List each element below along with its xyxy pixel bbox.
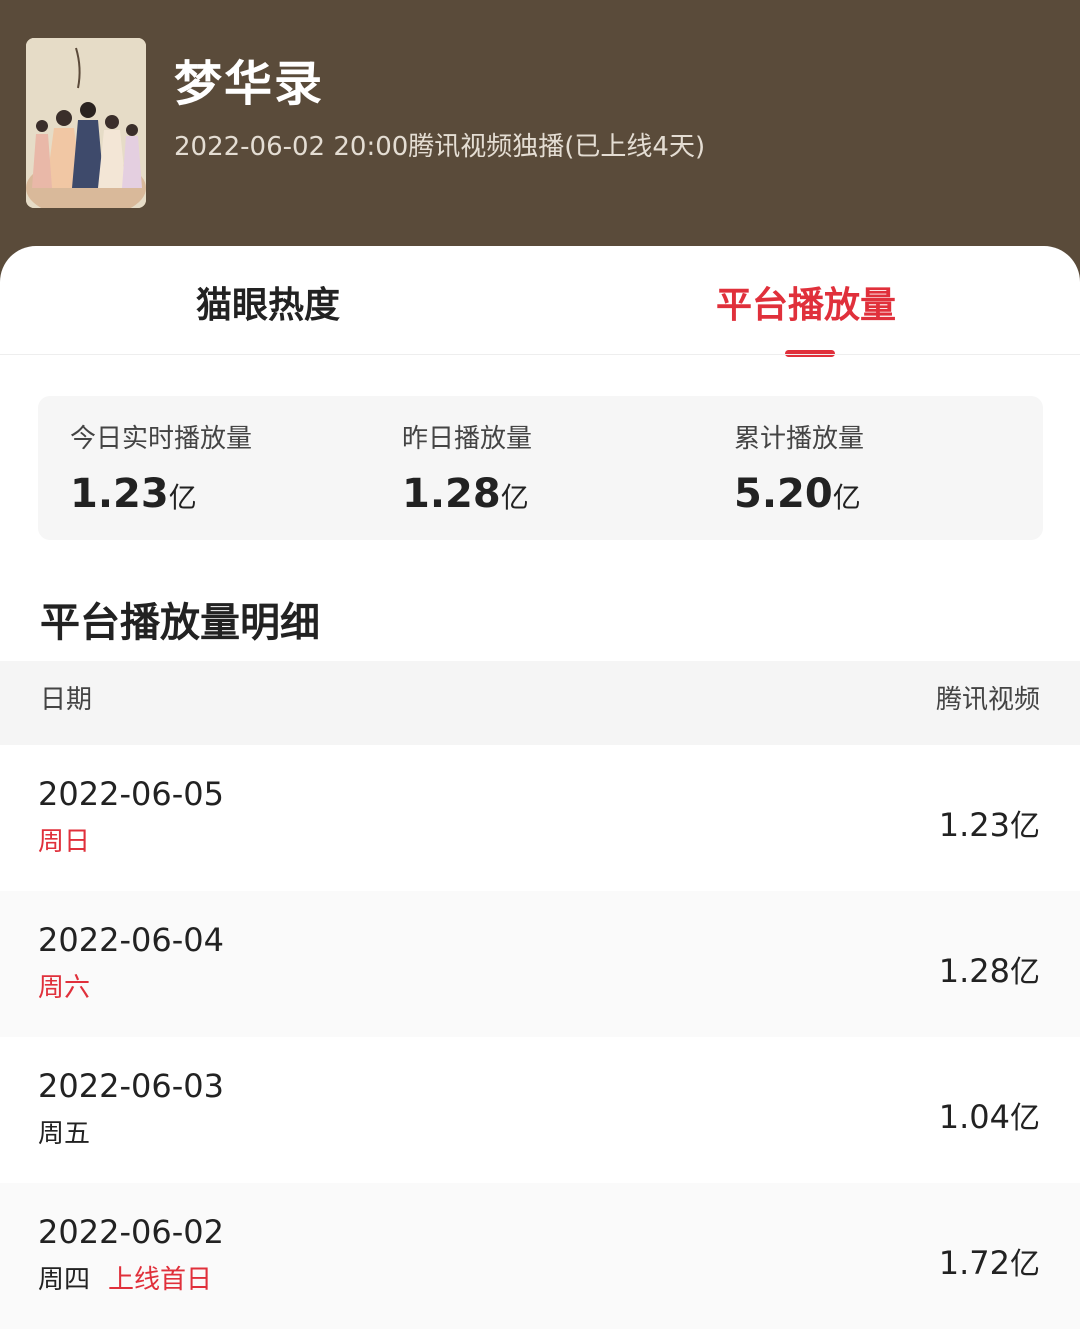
stat-unit: 亿 — [500, 481, 529, 514]
stat-value: 5.20亿 — [734, 471, 864, 517]
row-date: 2022-06-02 — [38, 1213, 224, 1251]
row-weekday: 周日 — [38, 827, 91, 857]
stat-value: 1.28亿 — [402, 471, 532, 517]
section-title: 平台播放量明细 — [40, 600, 320, 646]
stat-number: 5.20 — [734, 471, 833, 517]
row-value: 1.04亿 — [939, 1093, 1040, 1137]
stat-unit: 亿 — [168, 481, 197, 514]
row-value: 1.28亿 — [939, 947, 1040, 991]
stat-today-realtime: 今日实时播放量 1.23亿 — [70, 418, 252, 517]
table-row[interactable]: 2022-06-05 周日 1.23亿 — [0, 745, 1080, 891]
column-header-date: 日期 — [40, 685, 93, 715]
table-row[interactable]: 2022-06-02 周四 上线首日 1.72亿 — [0, 1183, 1080, 1329]
row-value: 1.72亿 — [939, 1239, 1040, 1283]
stat-value: 1.23亿 — [70, 471, 252, 517]
stat-number: 1.23 — [70, 471, 169, 517]
stat-label: 累计播放量 — [734, 424, 865, 454]
show-title: 梦华录 — [174, 56, 325, 112]
content-panel: 猫眼热度 平台播放量 今日实时播放量 1.23亿 昨日播放量 1.28亿 累计播… — [0, 246, 1080, 1331]
row-value: 1.23亿 — [939, 801, 1040, 845]
stat-unit: 亿 — [832, 481, 861, 514]
row-weekday: 周五 — [38, 1119, 91, 1149]
row-number: 1.72 — [938, 1244, 1010, 1282]
row-date: 2022-06-03 — [38, 1067, 224, 1105]
poster-image[interactable] — [26, 38, 146, 208]
row-number: 1.04 — [938, 1098, 1010, 1136]
row-date: 2022-06-05 — [38, 775, 224, 813]
stat-label: 今日实时播放量 — [70, 424, 253, 454]
column-header-platform: 腾讯视频 — [935, 685, 1040, 715]
stat-number: 1.28 — [402, 471, 501, 517]
stat-yesterday: 昨日播放量 1.28亿 — [402, 418, 532, 517]
premiere-tag: 上线首日 — [108, 1265, 213, 1295]
stat-cumulative: 累计播放量 5.20亿 — [734, 418, 864, 517]
row-weekday: 周四 — [38, 1265, 91, 1295]
row-unit: 亿 — [1010, 955, 1040, 990]
release-info: 2022-06-02 20:00腾讯视频独播(已上线4天) — [174, 132, 706, 162]
table-row[interactable]: 2022-06-04 周六 1.28亿 — [0, 891, 1080, 1037]
row-number: 1.23 — [938, 806, 1010, 844]
row-number: 1.28 — [938, 952, 1010, 990]
row-unit: 亿 — [1010, 809, 1040, 844]
tab-maoyan-heat[interactable]: 猫眼热度 — [196, 276, 340, 328]
row-date: 2022-06-04 — [38, 921, 224, 959]
row-unit: 亿 — [1010, 1101, 1040, 1136]
stat-label: 昨日播放量 — [402, 424, 533, 454]
summary-card: 今日实时播放量 1.23亿 昨日播放量 1.28亿 累计播放量 5.20亿 — [38, 396, 1043, 540]
row-unit: 亿 — [1010, 1247, 1040, 1282]
tab-divider — [0, 354, 1080, 355]
poster-illustration — [26, 38, 146, 208]
table-row[interactable]: 2022-06-03 周五 1.04亿 — [0, 1037, 1080, 1183]
row-weekday: 周六 — [38, 973, 91, 1003]
table-header: 日期 腾讯视频 — [0, 661, 1080, 745]
tab-platform-views[interactable]: 平台播放量 — [716, 276, 896, 328]
